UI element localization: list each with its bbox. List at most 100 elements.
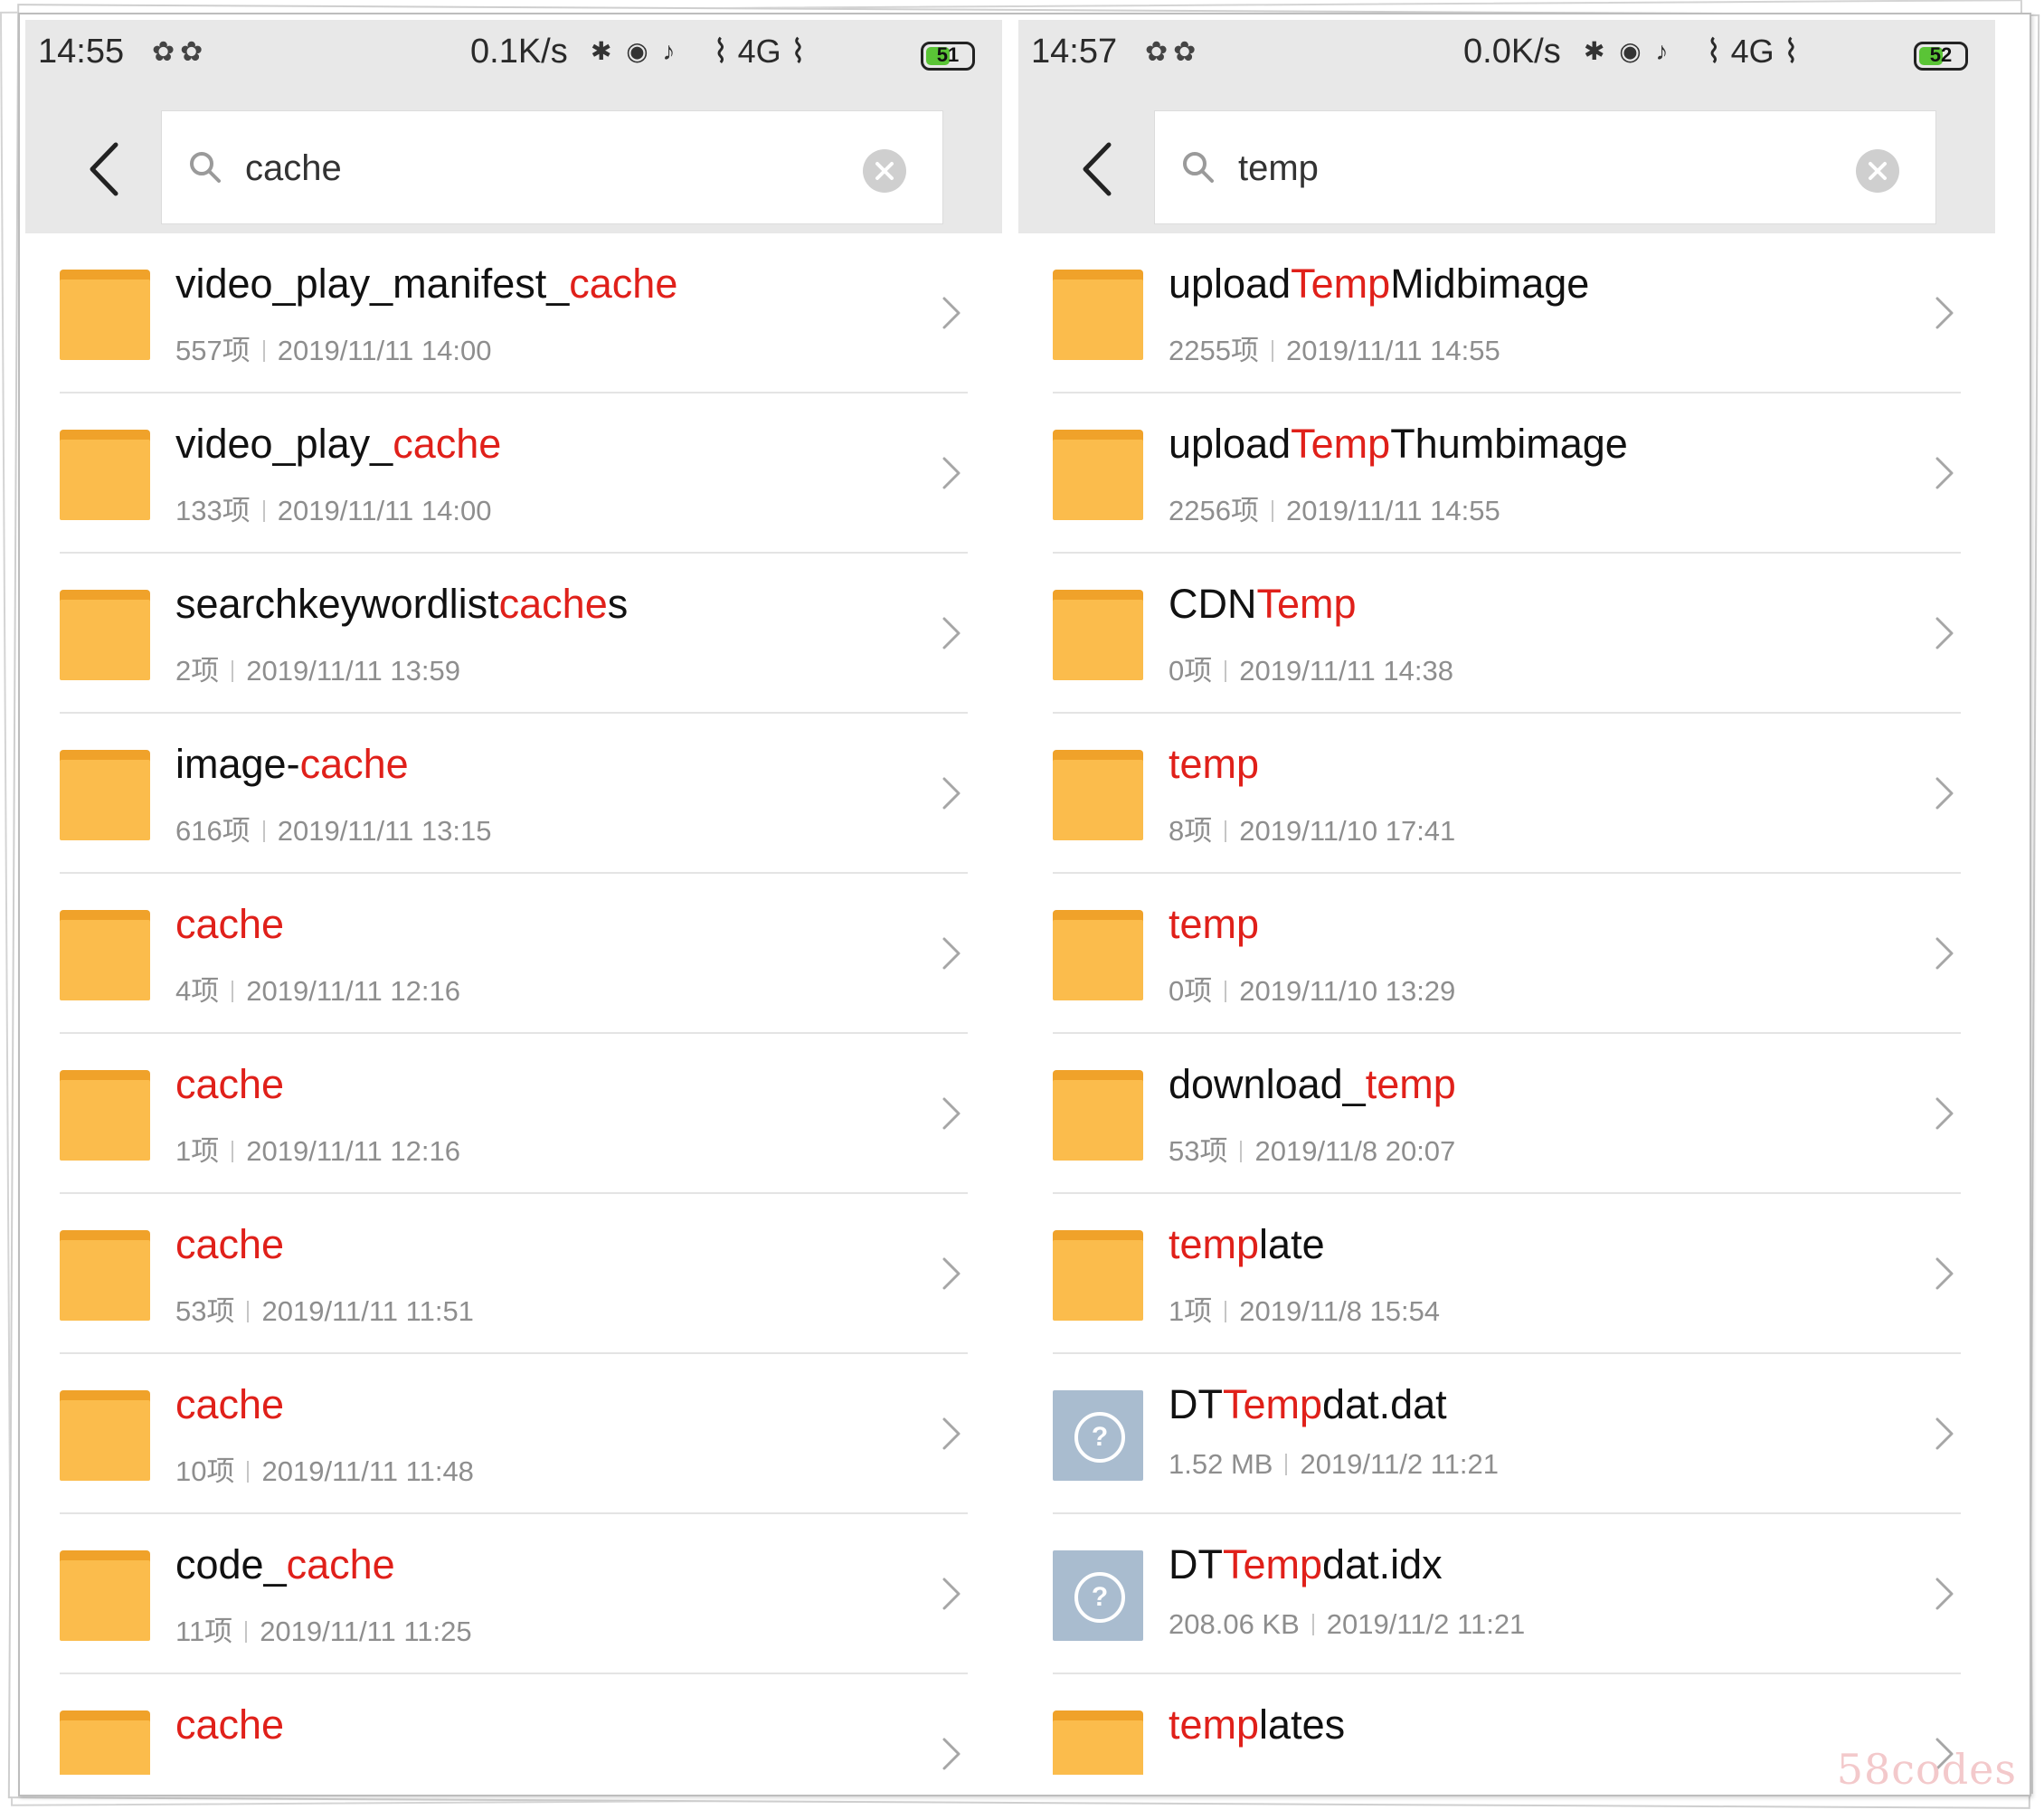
chevron-right-icon [1935,457,1954,489]
result-row-1[interactable]: uploadTempMidbimage 2255项 2019/11/11 14:5… [1018,233,1995,393]
name-prefix: upload [1169,421,1292,467]
item-meta: 53项 2019/11/11 11:51 [175,1288,474,1329]
item-count: 53项 [1169,1135,1228,1167]
result-row-8[interactable]: cache 10项 2019/11/11 11:48 [25,1354,1002,1514]
meta-separator [232,659,234,682]
item-meta: 557项 2019/11/11 14:00 [175,327,491,368]
item-date: 2019/11/11 14:55 [1285,495,1500,526]
result-row-1[interactable]: video_play_manifest_cache 557项 2019/11/11… [25,233,1002,393]
item-name: uploadTempThumbimage [1169,421,1628,468]
result-row-8[interactable]: ? DTTempdat.dat 1.52 MB 2019/11/2 11:21 [1018,1354,1995,1514]
search-box[interactable] [161,110,943,224]
folder-icon [60,1550,150,1641]
item-date: 2019/11/2 11:21 [1300,1448,1499,1480]
item-count: 8项 [1169,815,1213,847]
meta-separator [1271,499,1273,522]
folder-icon [60,270,150,360]
item-count: 557项 [175,335,251,366]
name-suffix: dat.idx [1322,1541,1443,1587]
search-results-list: video_play_manifest_cache 557项 2019/11/11… [25,233,1002,1775]
result-row-5[interactable]: temp 0项 2019/11/10 13:29 [1018,874,1995,1034]
name-match-highlight: cache [286,1541,395,1587]
chevron-right-icon [942,1257,960,1290]
folder-icon [1053,1230,1143,1321]
search-box[interactable] [1154,110,1936,224]
item-meta: 616项 2019/11/11 13:15 [175,808,491,848]
result-row-7[interactable]: cache 53项 2019/11/11 11:51 [25,1194,1002,1354]
meta-separator [1225,820,1227,842]
meta-separator [262,339,265,362]
chevron-right-icon [942,1417,960,1450]
item-count: 10项 [175,1455,235,1487]
result-row-4[interactable]: image-cache 616项 2019/11/11 13:15 [25,714,1002,874]
item-name: cache [175,1381,284,1428]
item-count: 2255项 [1169,335,1259,366]
close-icon [875,162,894,180]
signal-indicator: ⌇ 4G ⌇ [1706,33,1799,71]
search-input[interactable] [1236,138,1819,198]
meta-separator [1225,659,1227,682]
battery-icon: 52 [1914,42,1968,71]
search-input[interactable] [243,138,826,198]
network-speed: 0.1K/s [470,33,568,71]
item-count: 4项 [175,975,220,1007]
wechat-notification-icon: ✿✿ [1145,37,1202,67]
close-icon [1869,162,1887,180]
item-name: image-cache [175,741,409,788]
item-meta: 0项 2019/11/11 14:38 [1169,648,1453,688]
result-row-6[interactable]: download_temp 53项 2019/11/8 20:07 [1018,1034,1995,1194]
network-type: 4G [737,33,781,70]
right-phone-screen: 14:57 ✿✿ 0.0K/s ✱ ◉ ♪ ⌇ 4G ⌇ 52 temp upl… [1018,20,1995,1775]
result-row-6[interactable]: cache 1项 2019/11/11 12:16 [25,1034,1002,1194]
name-match-highlight: cache [175,1381,285,1427]
back-button[interactable] [1073,137,1127,201]
result-row-9[interactable]: ? DTTempdat.idx 208.06 KB 2019/11/2 11:21 [1018,1514,1995,1674]
meta-separator [245,1620,248,1643]
result-row-7[interactable]: template 1项 2019/11/8 15:54 [1018,1194,1995,1354]
item-name: download_temp [1169,1061,1456,1108]
item-name: cache [175,901,284,948]
clear-search-button[interactable] [1856,149,1899,193]
result-row-4[interactable]: temp 8项 2019/11/10 17:41 [1018,714,1995,874]
item-name: code_cache [175,1541,395,1588]
result-row-2[interactable]: video_play_cache 133项 2019/11/11 14:00 [25,393,1002,554]
result-row-5[interactable]: cache 4项 2019/11/11 12:16 [25,874,1002,1034]
item-name: uploadTempMidbimage [1169,261,1589,308]
item-name: video_play_cache [175,421,501,468]
name-prefix: download_ [1169,1061,1366,1107]
unknown-file-icon: ? [1053,1390,1143,1481]
chevron-right-icon [942,937,960,970]
back-button[interactable] [80,137,134,201]
item-date: 2019/11/11 11:25 [260,1616,472,1647]
name-match-highlight: Temp [1223,1381,1323,1427]
name-match-highlight: temp [1169,741,1260,787]
item-name: CDNTemp [1169,581,1357,628]
watermark: 58codes [1836,1745,2017,1794]
wechat-notification-icon: ✿✿ [152,37,209,67]
result-row-2[interactable]: uploadTempThumbimage 2256项 2019/11/11 14:… [1018,393,1995,554]
battery-level: 51 [936,43,960,66]
item-date: 2019/11/11 14:38 [1239,655,1453,687]
item-meta: 208.06 KB 2019/11/2 11:21 [1169,1608,1525,1641]
meta-separator [1225,1300,1227,1322]
item-date: 2019/11/8 20:07 [1254,1135,1456,1167]
folder-icon [1053,1070,1143,1161]
item-date: 2019/11/2 11:21 [1326,1608,1526,1640]
clear-search-button[interactable] [863,149,906,193]
folder-icon [1053,590,1143,680]
name-match-highlight: cache [393,421,502,467]
result-row-10[interactable]: cache 0项2019/11/11 10:44 [25,1674,1002,1775]
item-count: 0项 [1169,975,1213,1007]
meta-separator [1311,1613,1314,1635]
folder-icon [60,1070,150,1161]
result-row-9[interactable]: code_cache 11项 2019/11/11 11:25 [25,1514,1002,1674]
item-meta: 0项 2019/11/10 13:29 [1169,968,1455,1009]
item-meta: 1项 2019/11/8 15:54 [1169,1288,1440,1329]
item-meta: 4项 2019/11/11 12:16 [175,968,460,1009]
folder-icon [1053,750,1143,840]
result-row-3[interactable]: CDNTemp 0项 2019/11/11 14:38 [1018,554,1995,714]
result-row-3[interactable]: searchkeywordlistcaches 2项 2019/11/11 13:… [25,554,1002,714]
name-prefix: image- [175,741,300,787]
unknown-file-icon: ? [1053,1550,1143,1641]
item-meta: 1.52 MB 2019/11/2 11:21 [1169,1448,1499,1481]
